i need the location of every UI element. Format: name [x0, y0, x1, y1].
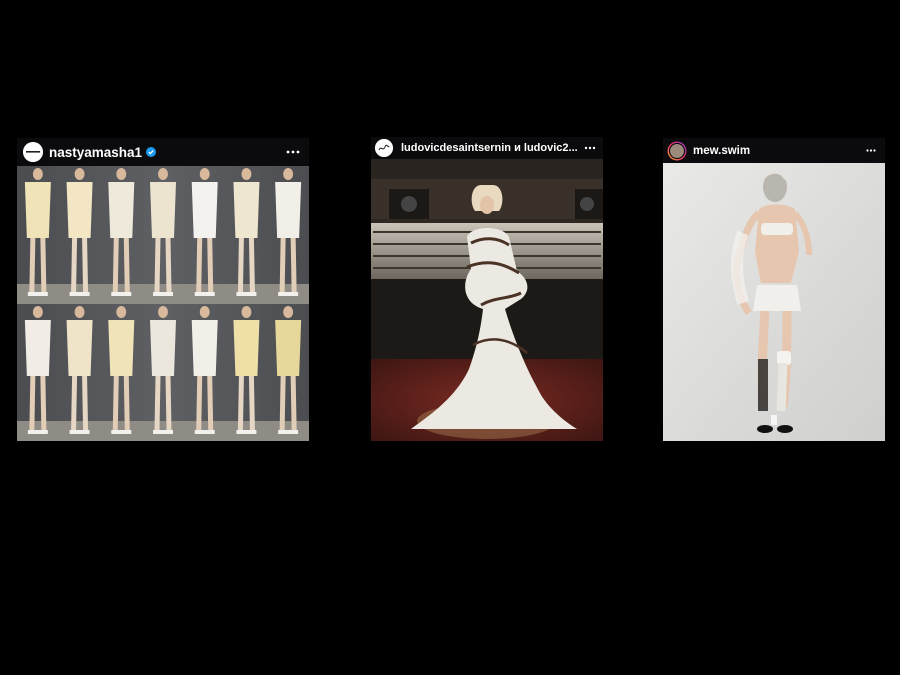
- lingerie-studio-photo: [663, 163, 885, 441]
- figure-garment: [66, 320, 93, 376]
- figure-head: [32, 306, 43, 318]
- lookbook-grid-photo: [17, 166, 309, 441]
- figure-head: [158, 168, 168, 180]
- figure-garment: [233, 320, 260, 376]
- figure-garment: [275, 320, 302, 376]
- verified-badge: [146, 147, 157, 157]
- figure-head: [116, 306, 127, 318]
- figure-shoes: [111, 292, 132, 296]
- avatar[interactable]: [23, 142, 43, 162]
- username-link[interactable]: nastyamasha1: [49, 145, 142, 160]
- username-link[interactable]: ludovicdesaintsernin и ludovic2...: [401, 142, 578, 154]
- figure-shoes: [69, 292, 90, 296]
- more-options-button[interactable]: [582, 137, 598, 159]
- post-header: nastyamasha1: [17, 138, 309, 166]
- story-ring-avatar-icon: [667, 141, 687, 160]
- post-header: ludovicdesaintsernin и ludovic2...: [371, 137, 603, 159]
- figure-head: [241, 306, 252, 318]
- more-horizontal-icon: [286, 150, 300, 154]
- avatar[interactable]: [667, 141, 687, 161]
- figure-garment: [24, 182, 51, 238]
- figure-head: [74, 306, 85, 318]
- figure-garment: [275, 182, 302, 238]
- post-card-1: nastyamasha1: [17, 138, 309, 441]
- figure-head: [74, 168, 85, 180]
- figure-shoes: [194, 292, 215, 296]
- figure-head: [199, 306, 210, 318]
- signature-avatar-icon: [375, 139, 393, 157]
- figure-head: [32, 168, 43, 180]
- figure-head: [158, 306, 168, 318]
- figure-shoes: [27, 430, 48, 434]
- figure-head: [116, 168, 127, 180]
- figure-garment: [24, 320, 51, 376]
- avatar[interactable]: [375, 139, 393, 157]
- more-options-button[interactable]: [285, 138, 301, 166]
- figure-head: [283, 168, 294, 180]
- figure-shoes: [278, 430, 299, 434]
- figure-shoes: [153, 430, 173, 434]
- figure-garment: [150, 320, 176, 376]
- figure-head: [241, 168, 252, 180]
- post-header: mew.swim: [663, 138, 885, 163]
- figure-head: [283, 306, 294, 318]
- post-card-3: mew.swim: [663, 138, 885, 441]
- figure-garment: [191, 182, 218, 238]
- figure-garment: [108, 182, 135, 238]
- username-link[interactable]: mew.swim: [693, 145, 750, 157]
- figure-head: [199, 168, 210, 180]
- figure-garment: [66, 182, 93, 238]
- post-image[interactable]: [663, 163, 885, 441]
- figure-shoes: [27, 292, 48, 296]
- more-options-button[interactable]: [863, 138, 879, 163]
- figure-garment: [150, 182, 176, 238]
- more-horizontal-icon: [584, 146, 596, 150]
- post-card-2: ludovicdesaintsernin и ludovic2...: [371, 137, 603, 441]
- brand-logo-avatar-icon: [23, 142, 43, 162]
- figure-shoes: [111, 430, 132, 434]
- post-image[interactable]: [17, 166, 309, 441]
- verified-check-icon: [146, 147, 157, 157]
- post-image[interactable]: [371, 159, 603, 441]
- figure-shoes: [194, 430, 215, 434]
- more-horizontal-icon: [866, 149, 876, 152]
- figure-garment: [233, 182, 260, 238]
- figure-shoes: [153, 292, 173, 296]
- figure-garment: [191, 320, 218, 376]
- figure-garment: [108, 320, 135, 376]
- studio-gown-photo: [371, 159, 603, 441]
- figure-shoes: [69, 430, 90, 434]
- figure-shoes: [278, 292, 299, 296]
- figure-shoes: [236, 430, 257, 434]
- figure-shoes: [236, 292, 257, 296]
